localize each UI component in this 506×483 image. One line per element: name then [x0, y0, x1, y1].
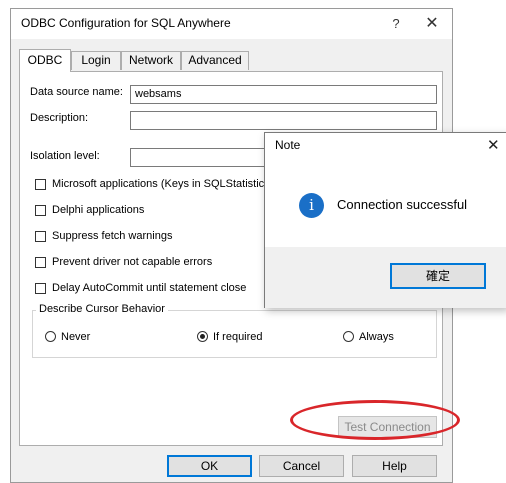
cursor-behavior-title: Describe Cursor Behavior	[36, 303, 168, 315]
checkbox-label: Delphi applications	[52, 204, 145, 216]
ok-button[interactable]: OK	[167, 455, 252, 477]
checkbox-label: Delay AutoCommit until statement close	[52, 282, 247, 294]
checkbox-label: Microsoft applications (Keys in SQLStati…	[52, 178, 274, 190]
tab-odbc[interactable]: ODBC	[19, 49, 71, 72]
description-input[interactable]	[130, 111, 437, 130]
radio-button[interactable]	[197, 331, 208, 342]
radio-label: If required	[213, 331, 263, 343]
checkbox-label: Suppress fetch warnings	[52, 230, 173, 242]
isolation-level-label: Isolation level:	[30, 150, 100, 162]
checkbox-box[interactable]	[35, 205, 46, 216]
close-icon[interactable]: ✕	[487, 136, 500, 154]
description-label: Description:	[30, 112, 89, 124]
data-source-name-input[interactable]: websams	[130, 85, 437, 104]
radio-label: Always	[359, 331, 394, 343]
checkbox-box[interactable]	[35, 257, 46, 268]
dialog-title: ODBC Configuration for SQL Anywhere	[21, 16, 231, 30]
tab-advanced[interactable]: Advanced	[181, 51, 249, 70]
note-dialog: Note ✕ i Connection successful 確定	[264, 132, 506, 308]
checkbox-box[interactable]	[35, 179, 46, 190]
dialog-titlebar[interactable]: ODBC Configuration for SQL Anywhere ? ✕	[11, 9, 452, 39]
note-ok-button[interactable]: 確定	[390, 263, 486, 289]
close-icon[interactable]: ✕	[421, 13, 443, 35]
note-title: Note	[275, 138, 301, 152]
checkbox-box[interactable]	[35, 283, 46, 294]
help-button[interactable]: Help	[352, 455, 437, 477]
info-icon: i	[299, 193, 324, 218]
radio-button[interactable]	[343, 331, 354, 342]
data-source-name-label: Data source name:	[30, 86, 123, 98]
radio-label: Never	[61, 331, 91, 343]
tab-login[interactable]: Login	[71, 51, 121, 70]
help-title-button[interactable]: ?	[385, 13, 407, 35]
isolation-level-input[interactable]	[130, 148, 280, 167]
checkbox-label: Prevent driver not capable errors	[52, 256, 213, 268]
cancel-button[interactable]: Cancel	[259, 455, 344, 477]
radio-button[interactable]	[45, 331, 56, 342]
checkbox-box[interactable]	[35, 231, 46, 242]
note-footer: 確定	[265, 247, 506, 308]
highlight-ellipse	[290, 400, 460, 440]
note-message: Connection successful	[337, 197, 468, 212]
tab-network[interactable]: Network	[121, 51, 181, 70]
